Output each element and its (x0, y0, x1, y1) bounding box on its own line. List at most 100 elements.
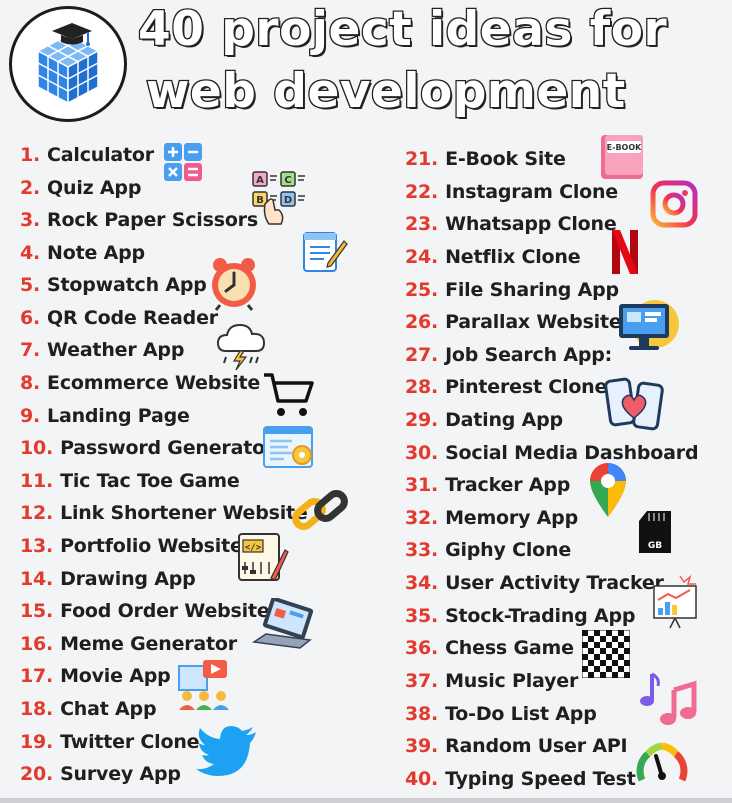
list-item: 36. Chess Game (405, 635, 574, 661)
title-line-1: 40 project ideas for (137, 2, 668, 57)
item-label: E-Book Site (445, 148, 566, 170)
chessboard-square (606, 654, 612, 660)
list-item: 9. Landing Page (20, 403, 190, 429)
chessboard-square (600, 672, 606, 678)
list-item: 10. Password Generator (20, 435, 274, 461)
item-number: 32. (405, 507, 439, 529)
list-item: 31. Tracker App (405, 472, 570, 498)
list-item: 14. Drawing App (20, 566, 196, 592)
item-number: 38. (405, 703, 439, 725)
list-item: 16. Meme Generator (20, 631, 237, 657)
item-number: 14. (20, 568, 54, 590)
calculator-icon (164, 143, 202, 181)
chessboard-square (612, 672, 618, 678)
item-label: Netflix Clone (445, 246, 581, 268)
list-item: 23. Whatsapp Clone (405, 211, 617, 237)
item-label: Weather App (47, 339, 185, 361)
list-item: 39. Random User API (405, 733, 628, 759)
item-label: Parallax Website (445, 311, 622, 333)
bottom-divider (0, 798, 732, 803)
list-item: 33. Giphy Clone (405, 537, 571, 563)
item-number: 4. (20, 242, 41, 264)
item-number: 20. (20, 763, 54, 785)
item-label: Tic Tac Toe Game (60, 470, 240, 492)
list-item: 13. Portfolio Website (20, 533, 243, 559)
item-number: 21. (405, 148, 439, 170)
item-number: 12. (20, 502, 54, 524)
title-line-2: web development (145, 64, 627, 119)
chessboard-square (624, 636, 630, 642)
item-label: Chess Game (445, 637, 574, 659)
list-item: 24. Netflix Clone (405, 244, 581, 270)
sd-card-label: GB (648, 541, 662, 551)
list-item: 27. Job Search App: (405, 342, 612, 368)
list-item: 25. File Sharing App (405, 277, 619, 303)
item-label: Stopwatch App (47, 274, 207, 296)
item-number: 34. (405, 572, 439, 594)
list-item: 19. Twitter Clone (20, 729, 200, 755)
list-item: 15. Food Order Website (20, 598, 270, 624)
svg-text:A: A (256, 175, 264, 186)
item-label: Music Player (445, 670, 579, 692)
item-label: Random User API (445, 735, 628, 757)
item-label: To-Do List App (445, 703, 597, 725)
list-item: 11. Tic Tac Toe Game (20, 468, 240, 494)
chessboard-square (624, 660, 630, 666)
item-number: 28. (405, 376, 439, 398)
list-item: 7. Weather App (20, 337, 184, 363)
chessboard-square (582, 642, 588, 648)
item-number: 39. (405, 735, 439, 757)
list-item: 21. E-Book Site (405, 146, 566, 172)
item-label: Whatsapp Clone (445, 213, 617, 235)
item-label: Survey App (60, 763, 181, 785)
item-label: Twitter Clone (60, 731, 200, 753)
chessboard-square (594, 642, 600, 648)
list-item: 17. Movie App (20, 663, 171, 689)
list-item: 4. Note App (20, 240, 145, 266)
list-item: 12. Link Shortener Website (20, 500, 308, 526)
item-label: Job Search App: (445, 344, 613, 366)
item-number: 10. (20, 437, 54, 459)
shopping-cart-icon (264, 373, 314, 416)
chessboard-icon (582, 630, 630, 678)
ebook-icon: E-BOOK (601, 135, 643, 179)
chain-link-icon (292, 490, 348, 530)
item-number: 31. (405, 474, 439, 496)
twitter-bird-icon (196, 726, 256, 776)
logo-badge (9, 6, 127, 122)
item-number: 6. (20, 307, 41, 329)
item-label: Food Order Website (60, 600, 270, 622)
list-item: 8. Ecommerce Website (20, 370, 260, 396)
list-item: 18. Chat App (20, 696, 157, 722)
laptop-icon (251, 598, 314, 649)
item-number: 35. (405, 605, 439, 627)
chessboard-square (612, 660, 618, 666)
list-item: 35. Stock-Trading App (405, 603, 636, 629)
item-number: 11. (20, 470, 54, 492)
item-number: 8. (20, 372, 41, 394)
item-label: Stock-Trading App (445, 605, 636, 627)
item-label: Rock Paper Scissors (47, 209, 258, 231)
quiz-icon: A C B D (252, 171, 305, 225)
map-pin-icon (590, 463, 626, 517)
music-notes-icon (640, 672, 697, 725)
ebook-label: E-BOOK (607, 143, 642, 152)
notepad-icon (303, 232, 348, 272)
list-item: 37. Music Player (405, 668, 578, 694)
sd-card-icon: GB (639, 511, 671, 553)
item-number: 33. (405, 539, 439, 561)
item-number: 5. (20, 274, 41, 296)
svg-text:B: B (256, 195, 264, 206)
chessboard-square (588, 648, 594, 654)
svg-text:C: C (284, 175, 291, 186)
item-label: Social Media Dashboard (445, 442, 699, 464)
chessboard-square (588, 660, 594, 666)
list-item: 5. Stopwatch App (20, 272, 207, 298)
netflix-icon (612, 230, 638, 274)
item-label: Landing Page (47, 405, 190, 427)
list-item: 6. QR Code Reader (20, 305, 218, 331)
chessboard-square (588, 672, 594, 678)
chessboard-square (618, 642, 624, 648)
chessboard-square (624, 672, 630, 678)
item-number: 27. (405, 344, 439, 366)
